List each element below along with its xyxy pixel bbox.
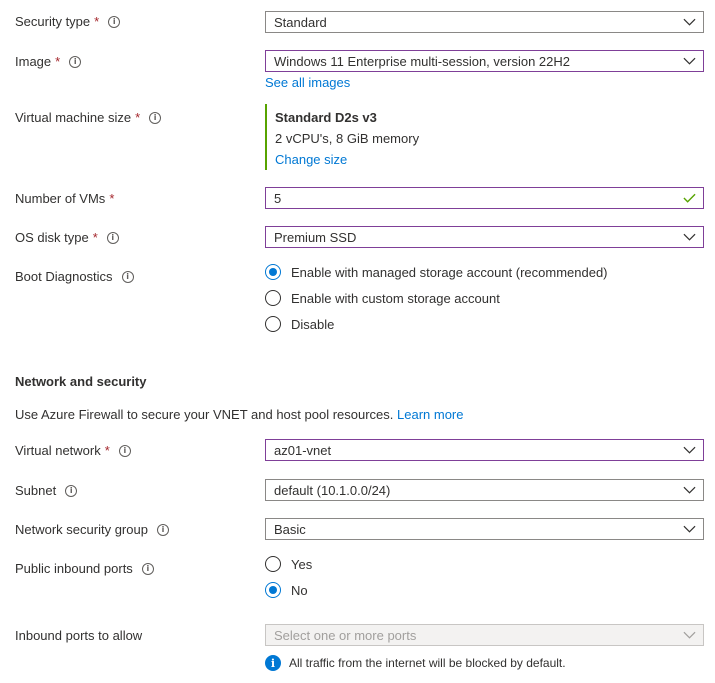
change-size-link[interactable]: Change size xyxy=(275,152,419,167)
public-ports-option-no[interactable]: No xyxy=(265,582,308,598)
security-type-dropdown[interactable]: Standard xyxy=(265,11,704,33)
inbound-ports-dropdown: Select one or more ports xyxy=(265,624,704,646)
subnet-label: Subnet i xyxy=(15,483,78,498)
os-disk-dropdown[interactable]: Premium SSD xyxy=(265,226,704,248)
radio-button[interactable] xyxy=(265,264,281,280)
info-icon[interactable]: i xyxy=(106,231,119,244)
radio-button[interactable] xyxy=(265,316,281,332)
public-ports-label: Public inbound ports i xyxy=(15,561,154,576)
inbound-traffic-note: i All traffic from the internet will be … xyxy=(265,655,566,671)
boot-diag-option-managed[interactable]: Enable with managed storage account (rec… xyxy=(265,264,608,280)
info-icon[interactable]: i xyxy=(156,523,169,536)
boot-diagnostics-label: Boot Diagnostics i xyxy=(15,269,134,284)
info-icon[interactable]: i xyxy=(108,15,121,28)
info-icon[interactable]: i xyxy=(141,562,154,575)
see-all-images-link[interactable]: See all images xyxy=(265,75,350,90)
chevron-down-icon xyxy=(675,625,703,645)
network-description: Use Azure Firewall to secure your VNET a… xyxy=(15,407,464,422)
vm-size-label: Virtual machine size * i xyxy=(15,110,162,125)
vm-size-summary: Standard D2s v3 2 vCPU's, 8 GiB memory C… xyxy=(265,104,419,170)
info-icon[interactable]: i xyxy=(65,484,78,497)
section-title-network: Network and security xyxy=(15,374,147,389)
subnet-dropdown[interactable]: default (10.1.0.0/24) xyxy=(265,479,704,501)
radio-button[interactable] xyxy=(265,290,281,306)
nsg-dropdown[interactable]: Basic xyxy=(265,518,704,540)
boot-diag-option-disable[interactable]: Disable xyxy=(265,316,334,332)
vnet-dropdown[interactable]: az01-vnet xyxy=(265,439,704,461)
inbound-ports-label: Inbound ports to allow xyxy=(15,628,143,643)
image-label: Image * i xyxy=(15,54,82,69)
vm-size-name: Standard D2s v3 xyxy=(275,110,377,125)
nsg-label: Network security group i xyxy=(15,522,169,537)
chevron-down-icon xyxy=(675,51,703,71)
learn-more-link[interactable]: Learn more xyxy=(397,407,463,422)
chevron-down-icon xyxy=(675,227,703,247)
vm-size-specs: 2 vCPU's, 8 GiB memory xyxy=(275,131,420,146)
num-vms-label: Number of VMs * xyxy=(15,191,115,206)
num-vms-input[interactable]: 5 xyxy=(265,187,704,209)
info-icon[interactable]: i xyxy=(121,270,134,283)
chevron-down-icon xyxy=(675,12,703,32)
info-icon[interactable]: i xyxy=(69,55,82,68)
boot-diag-option-custom[interactable]: Enable with custom storage account xyxy=(265,290,500,306)
chevron-down-icon xyxy=(675,480,703,500)
vnet-label: Virtual network * i xyxy=(15,443,131,458)
info-icon: i xyxy=(265,655,281,671)
chevron-down-icon xyxy=(675,440,703,460)
security-type-label: Security type * i xyxy=(15,14,121,29)
radio-button[interactable] xyxy=(265,582,281,598)
info-icon[interactable]: i xyxy=(149,111,162,124)
radio-button[interactable] xyxy=(265,556,281,572)
public-ports-option-yes[interactable]: Yes xyxy=(265,556,312,572)
image-dropdown[interactable]: Windows 11 Enterprise multi-session, ver… xyxy=(265,50,704,72)
os-disk-label: OS disk type * i xyxy=(15,230,119,245)
checkmark-icon xyxy=(675,188,703,208)
info-icon[interactable]: i xyxy=(118,444,131,457)
chevron-down-icon xyxy=(675,519,703,539)
